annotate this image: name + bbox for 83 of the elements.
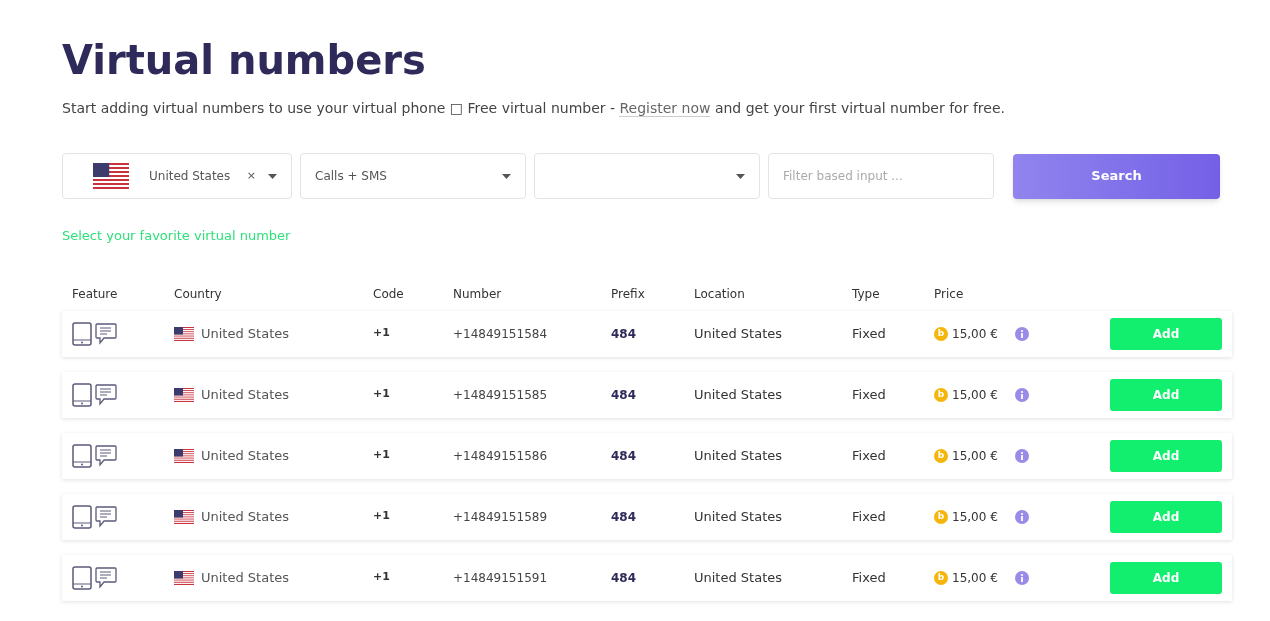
filter-input[interactable]: Filter based input ...: [768, 153, 994, 199]
message-icon: [95, 566, 117, 589]
type-cell-text: Fixed: [852, 385, 886, 404]
code-cell: +1: [373, 508, 390, 525]
column-header: Location: [694, 285, 745, 303]
column-header: Country: [174, 285, 222, 303]
message-icon: [95, 383, 117, 406]
country-cell-text: United States: [201, 324, 290, 343]
location-cell-text: United States: [694, 507, 783, 526]
number-cell-text: +14849151586: [453, 447, 548, 465]
us-flag-icon: [174, 387, 194, 402]
location-cell-text: United States: [694, 385, 783, 404]
caret-icon: [736, 173, 745, 179]
us-flag-icon: [174, 509, 194, 524]
code-cell: +1: [373, 325, 390, 342]
coin-icon: b: [934, 570, 948, 585]
number-cell-text: +14849151591: [453, 569, 548, 587]
column-header: Prefix: [611, 285, 645, 303]
column-header: Price: [934, 285, 964, 303]
column-header: Number: [453, 285, 502, 303]
info-icon[interactable]: [1014, 570, 1029, 585]
column-header: Type: [852, 285, 880, 303]
code-cell: +1: [373, 447, 390, 464]
type-cell-text: Fixed: [852, 324, 886, 343]
coin-icon: b: [934, 509, 948, 524]
country-select[interactable]: United States ×: [62, 153, 292, 199]
number-cell-text: +14849151589: [453, 508, 548, 526]
info-icon[interactable]: [1014, 387, 1029, 402]
select-value: United States: [148, 168, 232, 185]
prefix-cell-text: 484: [611, 447, 637, 465]
type-cell-text: Fixed: [852, 446, 886, 465]
page-title: Virtual numbers: [62, 36, 426, 84]
price-cell-text: 15,00 €: [952, 325, 998, 343]
info-icon[interactable]: [1014, 448, 1029, 463]
us-flag-icon: [174, 570, 194, 585]
code-cell: +1: [373, 386, 390, 403]
prefix-cell-text: 484: [611, 386, 637, 404]
us-flag-icon: [93, 163, 129, 189]
tablet-icon: [72, 504, 92, 529]
price-cell-text: 15,00 €: [952, 447, 998, 465]
location-cell-text: United States: [694, 446, 783, 465]
select-value: Calls + SMS: [315, 168, 387, 185]
info-icon[interactable]: [1014, 326, 1029, 341]
clear-icon[interactable]: ×: [246, 167, 256, 185]
column-header: Code: [373, 285, 404, 303]
intro-text: Start adding virtual numbers to use your virtual phone □ Free virtual number - Register now and get your first virtual number for free.: [62, 99, 1005, 119]
country-cell-text: United States: [201, 507, 290, 526]
location-cell-text: United States: [694, 568, 783, 587]
code-cell: +1: [373, 569, 390, 586]
country-cell-text: United States: [201, 568, 290, 587]
number-cell-text: +14849151585: [453, 386, 548, 404]
price-cell-text: 15,00 €: [952, 508, 998, 526]
tablet-icon: [72, 321, 92, 346]
prefix-cell-text: 484: [611, 569, 637, 587]
coin-icon: b: [934, 448, 948, 463]
coin-icon: b: [934, 387, 948, 402]
register-link[interactable]: Register now: [619, 100, 711, 117]
country-cell-text: United States: [201, 446, 290, 465]
tablet-icon: [72, 382, 92, 407]
type-cell-text: Fixed: [852, 507, 886, 526]
prefix-cell-text: 484: [611, 325, 637, 343]
location-cell-text: United States: [694, 324, 783, 343]
column-header: Feature: [72, 285, 118, 303]
message-icon: [95, 322, 117, 345]
price-cell-text: 15,00 €: [952, 386, 998, 404]
search-button[interactable]: Search: [1013, 153, 1220, 199]
prefix-cell-text: 484: [611, 508, 637, 526]
tablet-icon: [72, 565, 92, 590]
info-icon[interactable]: [1014, 509, 1029, 524]
country-cell-text: United States: [201, 385, 290, 404]
number-cell-text: +14849151584: [453, 325, 548, 343]
tablet-icon: [72, 443, 92, 468]
message-icon: [95, 505, 117, 528]
message-icon: [95, 444, 117, 467]
coin-icon: b: [934, 326, 948, 341]
caret-icon: [502, 173, 511, 179]
us-flag-icon: [174, 448, 194, 463]
price-cell-text: 15,00 €: [952, 569, 998, 587]
hint-text: Select your favorite virtual number: [62, 227, 291, 245]
us-flag-icon: [174, 326, 194, 341]
type-cell-text: Fixed: [852, 568, 886, 587]
caret-icon: [268, 173, 277, 179]
service-select[interactable]: Calls + SMS: [300, 153, 526, 199]
